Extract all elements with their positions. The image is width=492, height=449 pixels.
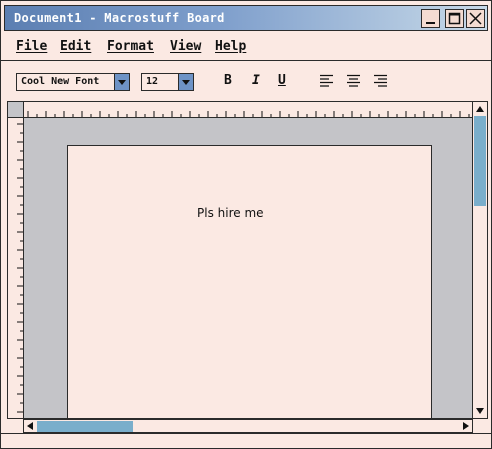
- horizontal-ruler: [24, 102, 472, 118]
- window-title: Document1 - Macrostuff Board: [14, 11, 225, 25]
- font-size-select[interactable]: 12: [141, 73, 194, 91]
- menu-view[interactable]: View: [170, 39, 201, 54]
- document-page[interactable]: Pls hire me: [67, 145, 432, 418]
- font-family-value: Cool New Font: [21, 76, 100, 87]
- scroll-down-icon[interactable]: [474, 405, 486, 417]
- close-button[interactable]: [466, 9, 485, 28]
- menu-file[interactable]: File: [16, 39, 47, 54]
- horizontal-scroll-thumb[interactable]: [37, 421, 133, 432]
- scroll-left-icon[interactable]: [24, 420, 36, 432]
- chevron-down-icon: [118, 80, 126, 85]
- maximize-button[interactable]: [445, 9, 464, 28]
- underline-button[interactable]: U: [278, 73, 286, 88]
- document-area: Pls hire me: [7, 101, 473, 419]
- menu-format[interactable]: Format: [107, 39, 154, 54]
- document-text[interactable]: Pls hire me: [197, 206, 264, 220]
- scroll-up-icon[interactable]: [474, 103, 486, 115]
- italic-button[interactable]: I: [252, 73, 260, 88]
- format-toolbar: Cool New Font 12 B I U: [1, 61, 491, 101]
- menu-edit[interactable]: Edit: [60, 39, 91, 54]
- menu-help[interactable]: Help: [215, 39, 246, 54]
- menu-bar: File Edit Format View Help: [1, 33, 491, 61]
- bold-button[interactable]: B: [224, 73, 232, 88]
- minimize-icon: [426, 22, 435, 24]
- ruler-corner: [8, 102, 24, 118]
- minimize-button[interactable]: [421, 9, 440, 28]
- maximize-icon: [448, 12, 461, 25]
- font-dropdown-button[interactable]: [114, 73, 130, 91]
- vertical-scrollbar[interactable]: [473, 101, 488, 419]
- status-bar: [1, 433, 491, 448]
- close-icon: [469, 12, 482, 25]
- ruler-ticks: [17, 123, 23, 413]
- align-right-icon[interactable]: [374, 74, 388, 88]
- chevron-down-icon: [182, 80, 190, 85]
- title-bar[interactable]: Document1 - Macrostuff Board: [4, 5, 488, 31]
- vertical-ruler: [8, 118, 24, 418]
- app-window: Document1 - Macrostuff Board File Edit F…: [0, 0, 492, 449]
- size-dropdown-button[interactable]: [178, 73, 194, 91]
- horizontal-scrollbar[interactable]: [23, 419, 473, 433]
- align-center-icon[interactable]: [347, 74, 361, 88]
- font-family-select[interactable]: Cool New Font: [16, 73, 130, 91]
- font-size-value: 12: [146, 76, 159, 87]
- vertical-scroll-thumb[interactable]: [474, 116, 486, 206]
- ruler-ticks: [27, 111, 470, 117]
- scroll-right-icon[interactable]: [460, 420, 472, 432]
- align-left-icon[interactable]: [320, 74, 334, 88]
